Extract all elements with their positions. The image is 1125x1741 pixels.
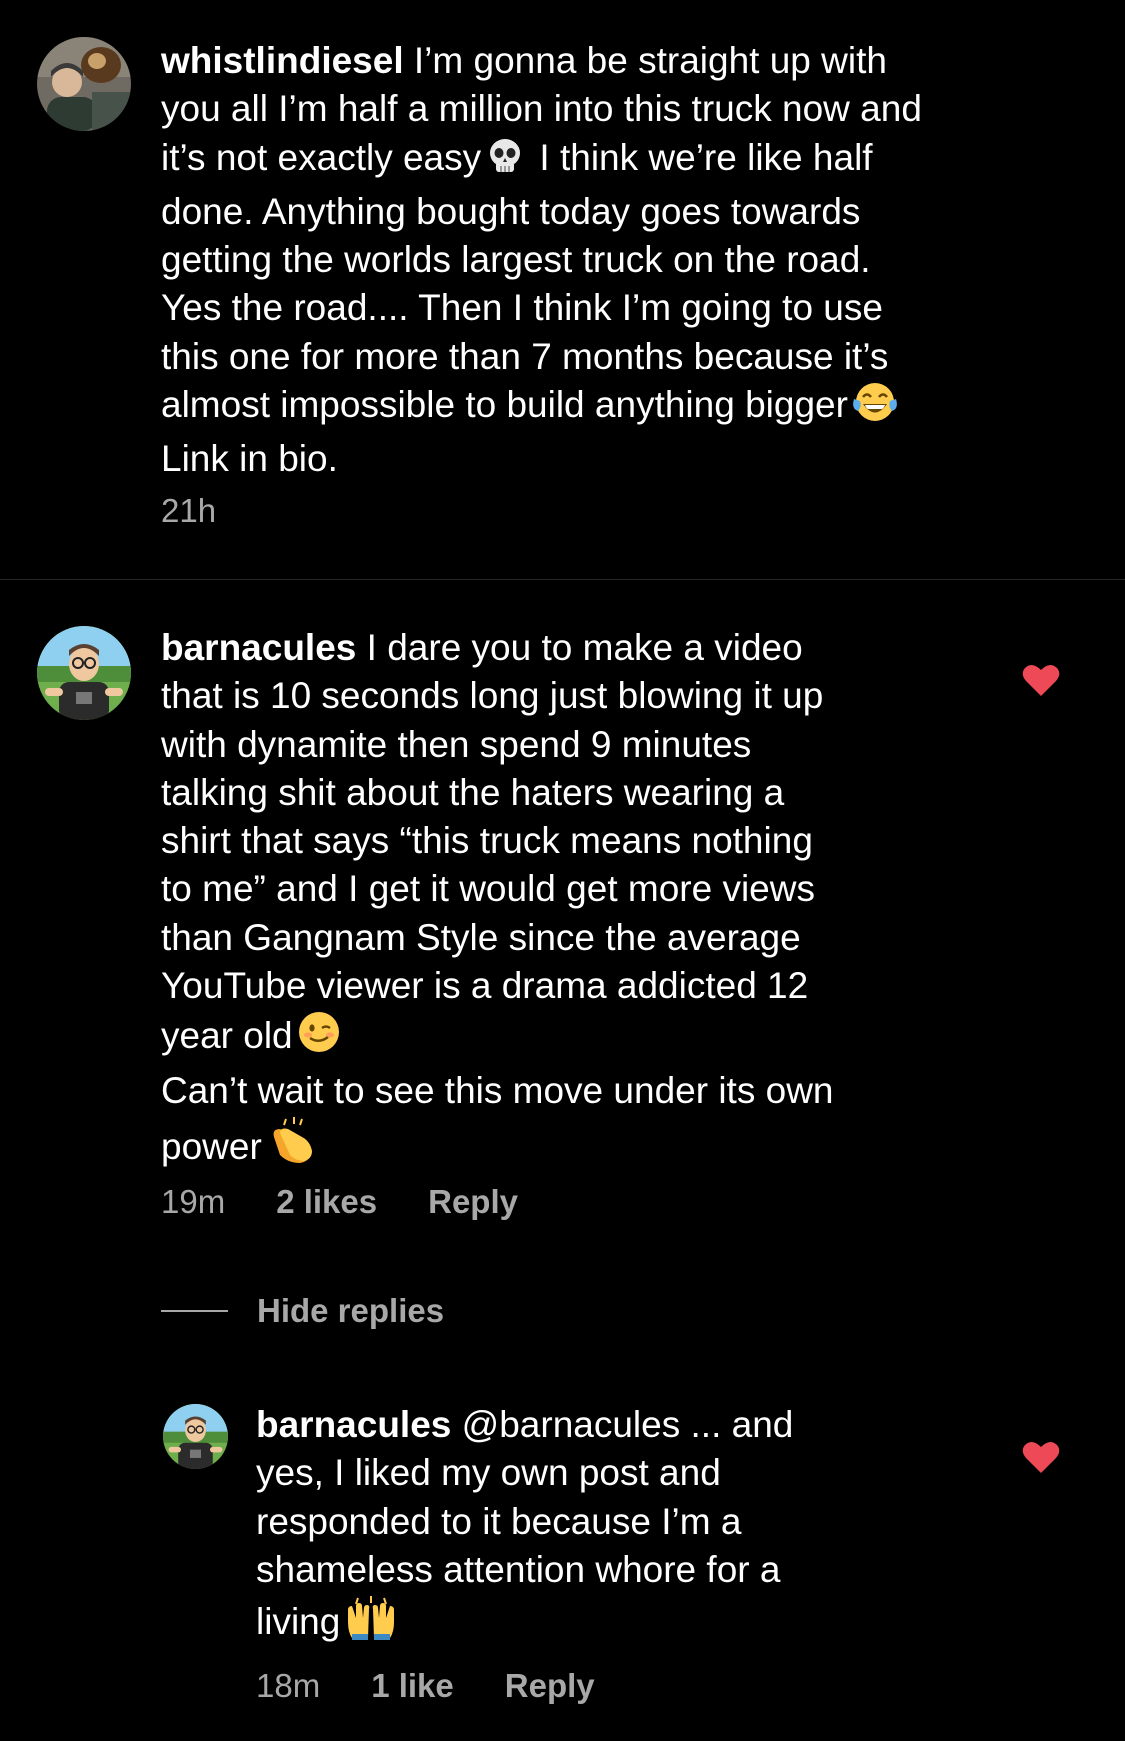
comment-meta: 21h xyxy=(161,492,216,530)
comment-timestamp[interactable]: 21h xyxy=(161,492,216,530)
comment-username[interactable]: barnacules xyxy=(161,627,356,668)
comment-text: barnacules I dare you to make a video th… xyxy=(161,624,981,1177)
hide-replies-label: Hide replies xyxy=(257,1292,445,1329)
comment-text-part: I dare you to make a video that is 10 se… xyxy=(161,627,824,1057)
hide-replies-line xyxy=(161,1310,228,1312)
divider xyxy=(0,579,1125,580)
avatar-barnacules-reply[interactable] xyxy=(163,1404,228,1469)
avatar-whistlindiesel[interactable] xyxy=(37,37,131,131)
winking-face-emoji-icon xyxy=(297,1010,341,1066)
clapping-hands-emoji-icon xyxy=(266,1115,318,1177)
reply-meta: 18m 1 like Reply xyxy=(256,1667,595,1705)
reply-mention[interactable]: @barnacules xyxy=(462,1404,681,1445)
reply-likes-count[interactable]: 1 like xyxy=(371,1667,454,1705)
reply-reply-button[interactable]: Reply xyxy=(505,1667,595,1705)
hide-replies-button[interactable]: Hide replies xyxy=(161,1292,444,1330)
reply-like-heart-icon[interactable] xyxy=(1022,1440,1060,1479)
raising-hands-emoji-icon xyxy=(344,1594,398,1652)
skull-emoji-icon xyxy=(485,136,525,188)
comment-text-part: Link in bio. xyxy=(161,438,338,480)
avatar-barnacules[interactable] xyxy=(37,626,131,720)
tears-of-joy-emoji-icon xyxy=(852,381,898,435)
comment-meta: 19m 2 likes Reply xyxy=(161,1183,518,1221)
reply-text: barnacules @barnacules ... and yes, I li… xyxy=(256,1401,976,1652)
comment-username[interactable]: whistlindiesel xyxy=(161,40,404,81)
comment-text: whistlindiesel I’m gonna be straight up … xyxy=(161,37,1081,484)
reply-timestamp[interactable]: 18m xyxy=(256,1667,320,1705)
likes-count[interactable]: 2 likes xyxy=(276,1183,377,1221)
reply-username[interactable]: barnacules xyxy=(256,1404,451,1445)
like-heart-icon[interactable] xyxy=(1022,663,1060,702)
comment-timestamp[interactable]: 19m xyxy=(161,1183,225,1221)
comment-text-part: Can’t wait to see this move under its ow… xyxy=(161,1069,834,1167)
reply-button[interactable]: Reply xyxy=(428,1183,518,1221)
